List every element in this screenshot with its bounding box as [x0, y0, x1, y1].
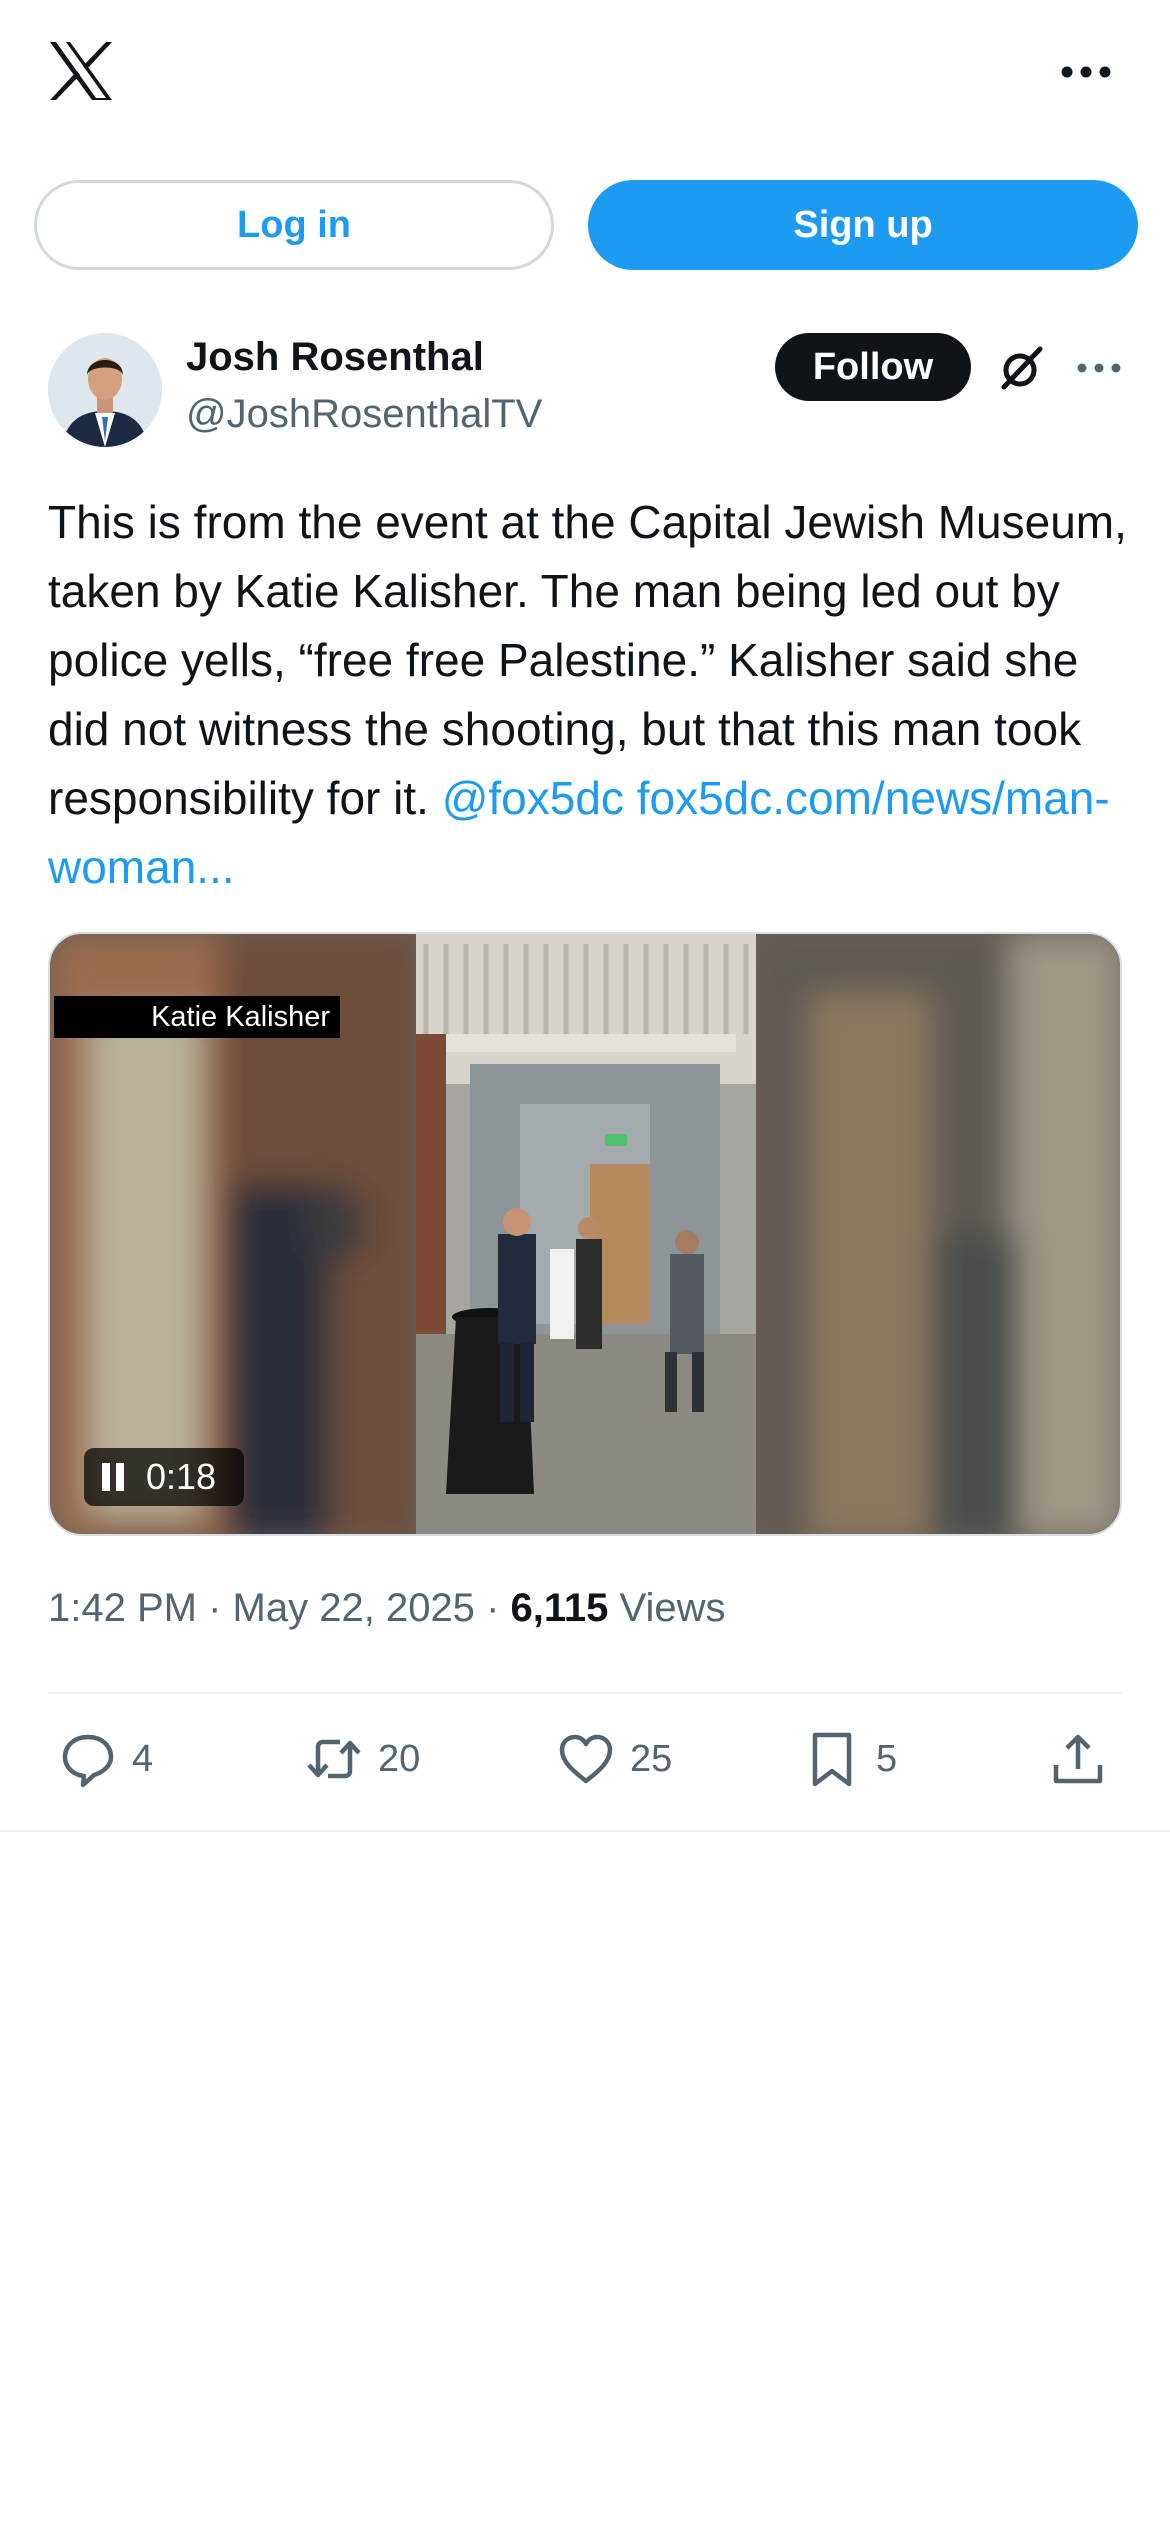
repost-icon	[307, 1739, 361, 1779]
divider	[0, 1830, 1170, 1832]
repost-button[interactable]: 20	[304, 1726, 420, 1792]
more-icon[interactable]	[1060, 62, 1112, 82]
author-name[interactable]: Josh Rosenthal	[186, 335, 484, 380]
heart-icon	[559, 1734, 613, 1784]
like-button[interactable]: 25	[556, 1726, 672, 1792]
video-time: 0:18	[146, 1456, 217, 1497]
video-player[interactable]: Katie Kalisher 0:18	[48, 932, 1122, 1536]
views-label: Views	[619, 1586, 726, 1630]
avatar-image	[48, 333, 162, 447]
video-controls[interactable]: 0:18	[84, 1448, 244, 1506]
tweet-text: This is from the event at the Capital Je…	[48, 488, 1138, 902]
avatar[interactable]	[48, 333, 162, 447]
x-logo-icon[interactable]	[48, 40, 114, 102]
reply-count: 4	[132, 1737, 154, 1780]
views-count: 6,115	[510, 1586, 609, 1630]
reply-button[interactable]: 4	[58, 1726, 153, 1792]
share-icon	[1053, 1734, 1103, 1784]
bookmark-icon	[812, 1732, 852, 1787]
action-bar: 4 20 25 5	[48, 1726, 1122, 1792]
mention-link[interactable]: @fox5dc	[442, 772, 624, 824]
pause-icon[interactable]	[102, 1463, 124, 1491]
tweet-meta: 1:42 PM · May 22, 2025 · 6,115 Views	[48, 1586, 726, 1631]
tweet-time[interactable]: 1:42 PM	[48, 1586, 197, 1630]
like-count: 25	[630, 1737, 673, 1780]
reply-icon	[62, 1734, 114, 1788]
share-button[interactable]	[1048, 1726, 1108, 1792]
tweet-more-icon[interactable]	[1076, 360, 1122, 376]
bookmark-button[interactable]: 5	[802, 1726, 897, 1792]
video-credit: Katie Kalisher	[54, 996, 340, 1038]
author-handle[interactable]: @JoshRosenthalTV	[186, 392, 542, 437]
login-button[interactable]: Log in	[34, 180, 554, 270]
divider	[48, 1692, 1122, 1694]
grok-icon[interactable]	[996, 343, 1046, 393]
tweet-date[interactable]: May 22, 2025	[233, 1586, 475, 1630]
top-bar	[0, 0, 1170, 150]
repost-count: 20	[378, 1737, 421, 1780]
meta-separator: ·	[208, 1586, 222, 1630]
signup-button[interactable]: Sign up	[588, 180, 1138, 270]
follow-button[interactable]: Follow	[775, 333, 971, 401]
meta-separator: ·	[486, 1586, 500, 1630]
bookmark-count: 5	[876, 1737, 898, 1780]
